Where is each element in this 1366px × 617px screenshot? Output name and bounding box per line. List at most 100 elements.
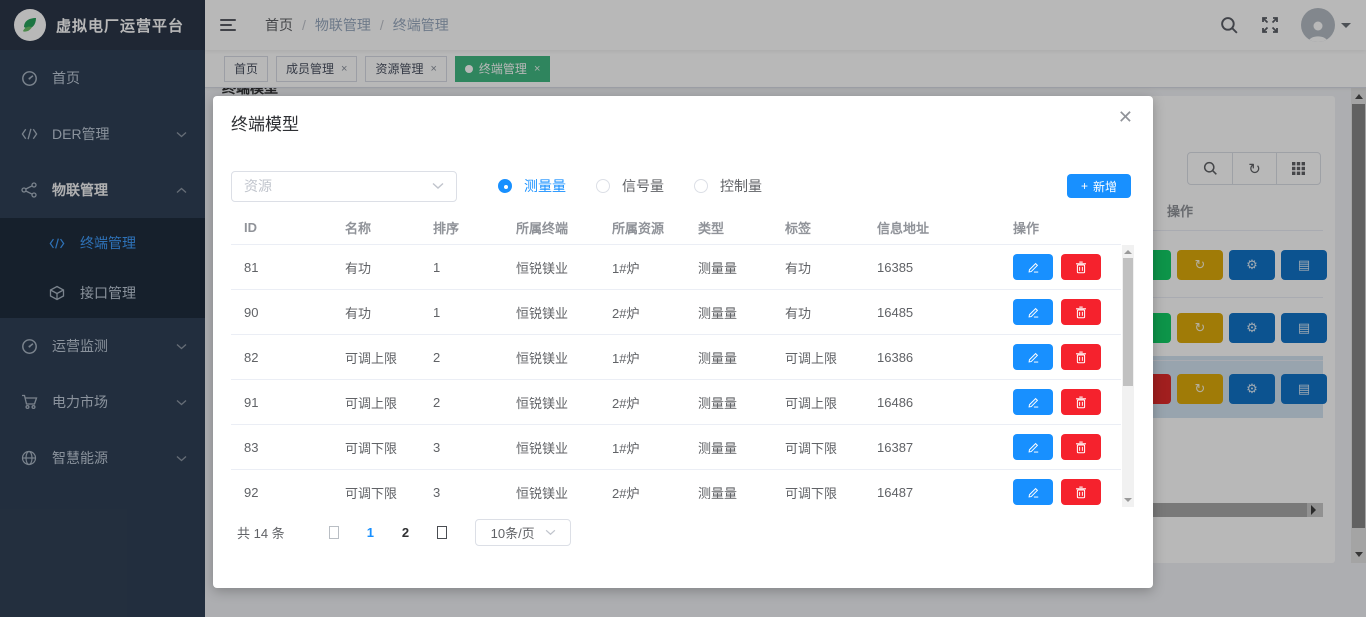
- table-cell: 2#炉: [612, 483, 698, 502]
- column-header: 信息地址: [877, 218, 1013, 237]
- add-button[interactable]: + 新增: [1067, 174, 1131, 198]
- select-placeholder: 资源: [244, 176, 272, 196]
- table-row: 83可调下限3恒锐镁业1#炉测量量可调下限16387: [231, 425, 1121, 470]
- radio-icon: [498, 179, 512, 193]
- delete-button[interactable]: [1061, 344, 1101, 370]
- table-cell: 可调上限: [345, 393, 433, 412]
- table-cell: 可调下限: [785, 438, 877, 457]
- table-cell: 测量量: [698, 438, 785, 457]
- table-cell: 测量量: [698, 303, 785, 322]
- row-actions: [1013, 389, 1121, 415]
- table-cell: 83: [244, 440, 345, 455]
- delete-button[interactable]: [1061, 254, 1101, 280]
- radio-label: 测量量: [524, 176, 566, 196]
- column-header: 名称: [345, 218, 433, 237]
- type-radio-group: 测量量 信号量 控制量: [498, 176, 762, 196]
- row-actions: [1013, 344, 1121, 370]
- table-cell: 92: [244, 485, 345, 500]
- table-cell: 90: [244, 305, 345, 320]
- page-size-label: 10条/页: [491, 523, 535, 542]
- delete-button[interactable]: [1061, 434, 1101, 460]
- table-row: 92可调下限3恒锐镁业2#炉测量量可调下限16487: [231, 470, 1121, 507]
- table-cell: 16485: [877, 305, 1013, 320]
- table-cell: 16387: [877, 440, 1013, 455]
- delete-button[interactable]: [1061, 479, 1101, 505]
- column-header: 排序: [433, 218, 516, 237]
- chevron-down-icon: [545, 529, 556, 536]
- edit-button[interactable]: [1013, 479, 1053, 505]
- page-size-select[interactable]: 10条/页: [475, 519, 571, 546]
- table-cell: 恒锐镁业: [516, 483, 612, 502]
- delete-button[interactable]: [1061, 299, 1101, 325]
- table-cell: 1: [433, 260, 516, 275]
- radio-icon: [596, 179, 610, 193]
- column-header: 类型: [698, 218, 785, 237]
- table-cell: 91: [244, 395, 345, 410]
- scroll-up-icon[interactable]: [1122, 245, 1134, 257]
- edit-button[interactable]: [1013, 254, 1053, 280]
- table-cell: 恒锐镁业: [516, 258, 612, 277]
- column-header: 操作: [1013, 218, 1121, 237]
- edit-button[interactable]: [1013, 389, 1053, 415]
- table-cell: 2#炉: [612, 393, 698, 412]
- next-page-button[interactable]: [437, 526, 447, 539]
- pagination: 共 14 条 1 2 10条/页: [237, 519, 571, 546]
- table-header-row: ID 名称 排序 所属终端 所属资源 类型 标签 信息地址 操作: [231, 210, 1121, 245]
- radio-label: 控制量: [720, 176, 762, 196]
- table-cell: 测量量: [698, 483, 785, 502]
- row-actions: [1013, 299, 1121, 325]
- table-cell: 2: [433, 350, 516, 365]
- table-cell: 1#炉: [612, 438, 698, 457]
- table-cell: 1: [433, 305, 516, 320]
- table-cell: 有功: [785, 303, 877, 322]
- table-cell: 有功: [345, 303, 433, 322]
- row-actions: [1013, 479, 1121, 505]
- dialog-title: 终端模型: [231, 110, 299, 135]
- table-cell: 恒锐镁业: [516, 393, 612, 412]
- radio-signal[interactable]: 信号量: [596, 176, 664, 196]
- radio-control[interactable]: 控制量: [694, 176, 762, 196]
- table-cell: 可调下限: [345, 438, 433, 457]
- edit-button[interactable]: [1013, 344, 1053, 370]
- terminal-table: ID 名称 排序 所属终端 所属资源 类型 标签 信息地址 操作 81有功1恒锐…: [231, 210, 1134, 507]
- table-row: 91可调上限2恒锐镁业2#炉测量量可调上限16486: [231, 380, 1121, 425]
- column-header: ID: [244, 220, 345, 235]
- table-cell: 3: [433, 485, 516, 500]
- delete-button[interactable]: [1061, 389, 1101, 415]
- radio-label: 信号量: [622, 176, 664, 196]
- table-cell: 可调上限: [785, 393, 877, 412]
- table-cell: 16486: [877, 395, 1013, 410]
- edit-button[interactable]: [1013, 299, 1053, 325]
- scrollbar-thumb[interactable]: [1123, 258, 1133, 386]
- table-cell: 测量量: [698, 258, 785, 277]
- plus-icon: +: [1081, 179, 1088, 193]
- row-actions: [1013, 254, 1121, 280]
- page-number[interactable]: 2: [402, 525, 409, 540]
- radio-measurement[interactable]: 测量量: [498, 176, 566, 196]
- table-cell: 1#炉: [612, 348, 698, 367]
- resource-select[interactable]: 资源: [231, 171, 457, 202]
- column-header: 所属终端: [516, 218, 612, 237]
- table-cell: 有功: [785, 258, 877, 277]
- table-row: 82可调上限2恒锐镁业1#炉测量量可调上限16386: [231, 335, 1121, 380]
- column-header: 所属资源: [612, 218, 698, 237]
- table-row: 90有功1恒锐镁业2#炉测量量有功16485: [231, 290, 1121, 335]
- prev-page-button[interactable]: [329, 526, 339, 539]
- table-scrollbar[interactable]: [1122, 245, 1134, 507]
- total-count: 共 14 条: [237, 523, 285, 542]
- table-cell: 82: [244, 350, 345, 365]
- scroll-down-icon[interactable]: [1122, 495, 1134, 507]
- add-button-label: 新增: [1093, 178, 1117, 195]
- table-cell: 可调上限: [345, 348, 433, 367]
- terminal-model-dialog: 终端模型 ✕ 资源 测量量 信号量 控制量 + 新增 ID 名称 排序 所属终端…: [213, 96, 1153, 588]
- edit-button[interactable]: [1013, 434, 1053, 460]
- table-cell: 测量量: [698, 348, 785, 367]
- table-cell: 16386: [877, 350, 1013, 365]
- table-cell: 可调下限: [785, 483, 877, 502]
- table-cell: 16487: [877, 485, 1013, 500]
- close-icon[interactable]: ✕: [1118, 108, 1133, 126]
- table-cell: 可调下限: [345, 483, 433, 502]
- table-cell: 测量量: [698, 393, 785, 412]
- filter-row: 资源 测量量 信号量 控制量 + 新增: [231, 170, 1131, 202]
- page-number[interactable]: 1: [367, 525, 374, 540]
